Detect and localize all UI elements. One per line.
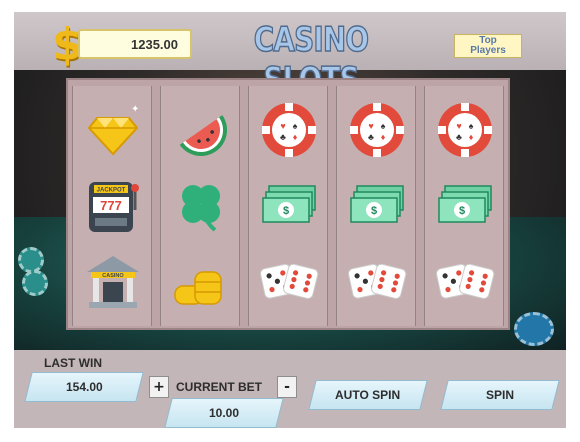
poker-chip-icon: ♥ ♠ ♣ ♦ bbox=[259, 100, 319, 160]
last-win-amount: 154.00 bbox=[65, 380, 103, 394]
svg-text:777: 777 bbox=[100, 198, 122, 213]
casino-building-icon: CASINO bbox=[83, 252, 143, 312]
svg-text:♥: ♥ bbox=[280, 121, 285, 131]
background-chip bbox=[18, 247, 44, 273]
last-win-label: LAST WIN bbox=[44, 356, 102, 370]
svg-text:♥: ♥ bbox=[368, 121, 373, 131]
svg-text:♣: ♣ bbox=[456, 132, 462, 142]
slot-machine-icon: JACKPOT 777 bbox=[83, 176, 143, 236]
control-panel: LAST WIN 154.00 + CURRENT BET - 10.00 AU… bbox=[14, 350, 566, 428]
reel-2 bbox=[160, 86, 240, 326]
svg-text:♦: ♦ bbox=[381, 132, 386, 142]
svg-text:♦: ♦ bbox=[293, 132, 298, 142]
svg-text:✦: ✦ bbox=[131, 104, 139, 115]
cash-stack-icon: $ bbox=[347, 176, 407, 236]
background-chip bbox=[22, 270, 48, 296]
diamond-icon: ✦ bbox=[83, 100, 143, 160]
svg-text:$: $ bbox=[371, 205, 377, 217]
svg-text:♣: ♣ bbox=[280, 132, 286, 142]
top-bar: $ 1235.00 CASINO SLOTS Top Players bbox=[14, 12, 566, 101]
svg-text:$: $ bbox=[283, 205, 289, 217]
game-frame: $ 1235.00 CASINO SLOTS Top Players ✦ JACK… bbox=[14, 12, 566, 428]
current-bet-label: CURRENT BET bbox=[176, 380, 262, 394]
balance-display: 1235.00 bbox=[78, 29, 192, 59]
svg-text:♠: ♠ bbox=[293, 121, 298, 131]
spin-button[interactable]: SPIN bbox=[440, 380, 560, 410]
watermelon-icon bbox=[171, 100, 231, 160]
current-bet-value: 10.00 bbox=[164, 398, 284, 428]
svg-text:♠: ♠ bbox=[469, 121, 474, 131]
dice-icon bbox=[347, 252, 407, 312]
top-players-button[interactable]: Top Players bbox=[454, 34, 522, 58]
reel-4: ♥ ♠ ♣ ♦ $ bbox=[336, 86, 416, 326]
svg-text:CASINO: CASINO bbox=[102, 273, 124, 279]
poker-chip-icon: ♥ ♠ ♣ ♦ bbox=[435, 100, 495, 160]
svg-text:$: $ bbox=[459, 205, 465, 217]
spin-label: SPIN bbox=[485, 388, 514, 402]
increase-bet-button[interactable]: + bbox=[149, 376, 169, 398]
svg-text:♦: ♦ bbox=[469, 132, 474, 142]
cash-stack-icon: $ bbox=[259, 176, 319, 236]
svg-text:JACKPOT: JACKPOT bbox=[97, 188, 126, 194]
dice-icon bbox=[259, 252, 319, 312]
reel-1: ✦ JACKPOT 777 CASINO bbox=[72, 86, 152, 326]
poker-chip-icon: ♥ ♠ ♣ ♦ bbox=[347, 100, 407, 160]
reels-area: ✦ JACKPOT 777 CASINO ♥ ♠ ♣ ♦ $ ♥ ♠ ♣ ♦ $ ♥ ♠ ♣ ♦ $ bbox=[66, 78, 510, 330]
cash-stack-icon: $ bbox=[435, 176, 495, 236]
background-chip bbox=[514, 312, 554, 346]
dice-icon bbox=[435, 252, 495, 312]
svg-text:♣: ♣ bbox=[368, 132, 374, 142]
svg-text:♠: ♠ bbox=[381, 121, 386, 131]
auto-spin-button[interactable]: AUTO SPIN bbox=[308, 380, 428, 410]
coin-stack-icon bbox=[171, 252, 231, 312]
svg-text:♥: ♥ bbox=[456, 121, 461, 131]
reel-3: ♥ ♠ ♣ ♦ $ bbox=[248, 86, 328, 326]
decrease-bet-button[interactable]: - bbox=[277, 376, 297, 398]
last-win-value: 154.00 bbox=[24, 372, 144, 402]
clover-icon bbox=[171, 176, 231, 236]
current-bet-amount: 10.00 bbox=[208, 406, 240, 420]
reel-5: ♥ ♠ ♣ ♦ $ bbox=[424, 86, 504, 326]
auto-spin-label: AUTO SPIN bbox=[335, 388, 401, 402]
